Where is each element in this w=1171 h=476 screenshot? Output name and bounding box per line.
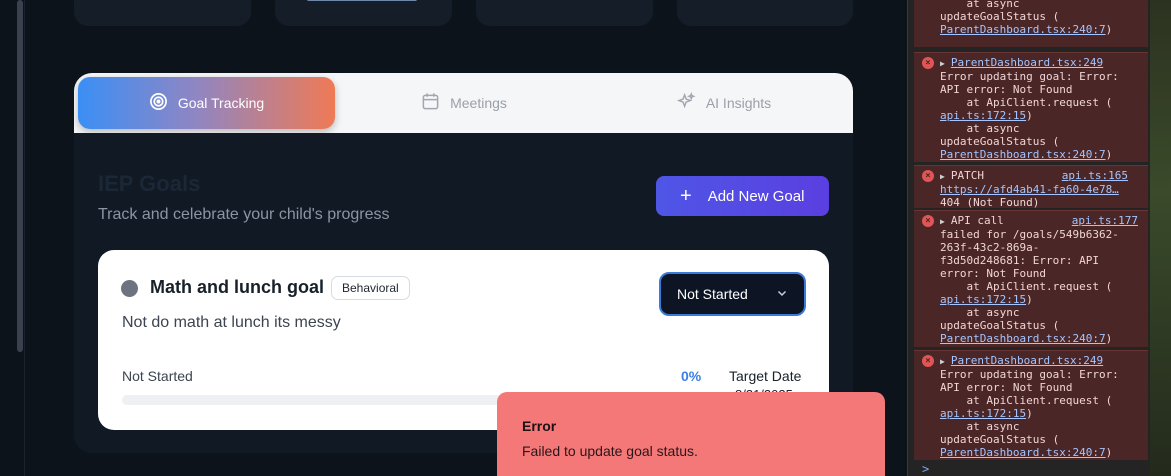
console-link[interactable]: ParentDashboard.tsx:240:7 xyxy=(940,332,1106,345)
goal-description: Not do math at lunch its messy xyxy=(122,314,341,331)
stat-card-bar xyxy=(307,0,417,1)
console-line: at async xyxy=(940,420,1020,433)
console-link[interactable]: api.ts:172:15 xyxy=(940,109,1026,122)
status-dot-icon xyxy=(121,280,138,297)
console-url-link[interactable]: https://afd4ab41-fa60-4e78… xyxy=(940,183,1144,196)
app-scrollbar[interactable] xyxy=(17,0,23,352)
progress-percent: 0% xyxy=(681,368,702,384)
error-icon: × xyxy=(922,57,934,69)
console-line: API error: Not Found xyxy=(940,381,1073,394)
console-line: at ApiClient.request ( xyxy=(940,394,1113,407)
console-link[interactable]: api.ts:172:15 xyxy=(940,293,1026,306)
console-line: API error: Not Found xyxy=(940,83,1073,96)
console-prompt[interactable]: > xyxy=(922,462,929,476)
console-source-link[interactable]: api.ts:165 xyxy=(1062,169,1128,182)
console-line: failed for /goals/549b6362- xyxy=(940,228,1119,241)
console-line: Error updating goal: Error: xyxy=(940,70,1119,83)
console-line: updateGoalStatus ( xyxy=(940,319,1060,332)
category-badge: Behavioral xyxy=(331,276,410,300)
console-line: at async xyxy=(940,122,1020,135)
console-line: ) xyxy=(1105,23,1113,36)
console-link[interactable]: ParentDashboard.tsx:240:7 xyxy=(940,148,1106,161)
console-line: error: Not Found xyxy=(940,267,1046,280)
console-line: updateGoalStatus ( xyxy=(940,10,1060,23)
stat-card xyxy=(275,0,452,26)
console-line: updateGoalStatus ( xyxy=(940,433,1060,446)
console-line: Error updating goal: Error: xyxy=(940,368,1119,381)
console-entry: × ▶ API call api.ts:177 failed for /goals/… xyxy=(914,210,1148,347)
stat-card xyxy=(677,0,853,26)
error-icon: × xyxy=(922,215,934,227)
console-entry: × ▶ ParentDashboard.tsx:249 Error updatin… xyxy=(914,52,1148,162)
chevron-down-icon xyxy=(776,286,788,302)
tab-ai-insights[interactable]: AI Insights xyxy=(664,77,784,129)
section-title: IEP Goals xyxy=(98,171,201,196)
console-line: at ApiClient.request ( xyxy=(940,96,1113,109)
console-source-link[interactable]: ParentDashboard.tsx:249 xyxy=(951,354,1103,367)
console-line: updateGoalStatus ( xyxy=(940,135,1060,148)
tab-label: AI Insights xyxy=(705,95,772,111)
console-entry: × ▶ ParentDashboard.tsx:249 Error updatin… xyxy=(914,350,1148,460)
sparkles-icon xyxy=(676,91,696,114)
console-link[interactable]: api.ts:172:15 xyxy=(940,407,1026,420)
progress-label: Not Started xyxy=(122,368,193,384)
expand-icon[interactable]: ▶ xyxy=(940,172,945,181)
console-line: at async xyxy=(940,0,1020,10)
expand-icon[interactable]: ▶ xyxy=(940,357,945,366)
stat-card xyxy=(74,0,251,26)
stat-card xyxy=(476,0,653,26)
console-entry: at async updateGoalStatus ( ParentDashbo… xyxy=(914,0,1148,47)
devtools-console: at async updateGoalStatus ( ParentDashbo… xyxy=(907,0,1171,476)
target-date-label: Target Date xyxy=(729,368,802,384)
console-line: 404 (Not Found) xyxy=(940,196,1040,209)
goal-title: Math and lunch goal xyxy=(150,277,324,297)
status-select-value: Not Started xyxy=(677,286,748,302)
app-divider xyxy=(24,0,25,476)
console-link[interactable]: ParentDashboard.tsx:240:7 xyxy=(940,446,1106,459)
error-icon: × xyxy=(922,355,934,367)
console-source-link[interactable]: ParentDashboard.tsx:249 xyxy=(951,56,1103,69)
console-line: at ApiClient.request ( xyxy=(940,280,1113,293)
status-select[interactable]: Not Started xyxy=(659,272,806,316)
toast-message: Failed to update goal status. xyxy=(522,443,698,459)
section-subtitle: Track and celebrate your child's progres… xyxy=(98,206,390,223)
target-icon xyxy=(149,92,168,114)
console-source-link[interactable]: api.ts:177 xyxy=(1072,214,1138,227)
console-line: at async xyxy=(940,306,1020,319)
toast-title: Error xyxy=(522,418,557,434)
desktop-background xyxy=(1150,0,1171,476)
tab-meetings[interactable]: Meetings xyxy=(404,77,524,129)
tab-goal-tracking[interactable]: Goal Tracking xyxy=(78,77,335,129)
tab-label: Goal Tracking xyxy=(177,95,265,111)
error-icon: × xyxy=(922,170,934,182)
tab-label: Meetings xyxy=(450,95,507,111)
expand-icon[interactable]: ▶ xyxy=(940,59,945,68)
console-entry: × ▶ PATCH api.ts:165 https://afd4ab41-fa60… xyxy=(914,165,1148,209)
tab-bar: Goal Tracking Meetings AI Insights xyxy=(74,73,853,133)
console-line: API call xyxy=(950,214,1004,227)
expand-icon[interactable]: ▶ xyxy=(940,217,945,226)
console-method: PATCH xyxy=(950,169,984,182)
add-goal-button[interactable]: + Add New Goal xyxy=(656,176,829,216)
add-goal-label: Add New Goal xyxy=(707,187,805,205)
console-line: f3d50d248681: Error: API xyxy=(940,254,1099,267)
console-link[interactable]: ParentDashboard.tsx:240:7 xyxy=(940,23,1106,36)
error-toast[interactable]: Error Failed to update goal status. xyxy=(497,392,885,476)
calendar-icon xyxy=(421,92,440,114)
console-line: 263f-43c2-869a- xyxy=(940,241,1040,254)
plus-icon: + xyxy=(680,185,692,207)
